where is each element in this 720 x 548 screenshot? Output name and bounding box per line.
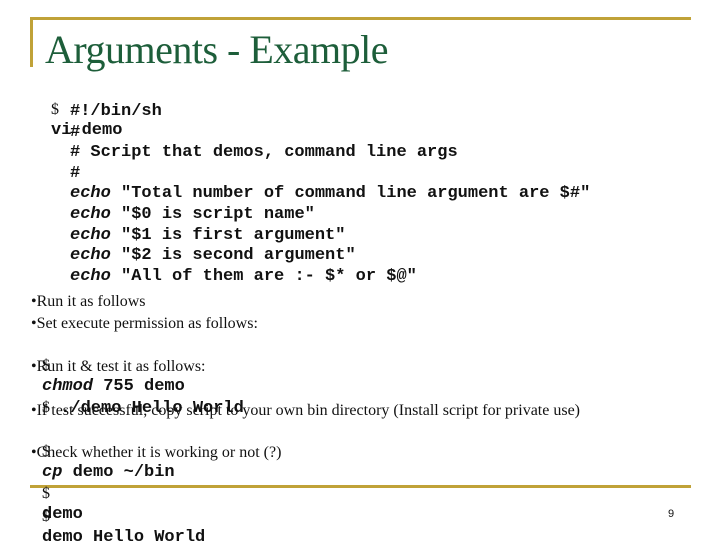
script-line-text: # [70,163,81,183]
step-install: •If test successful, copy script to your… [31,402,581,419]
script-line-text: "$1 is first argument" [110,225,346,245]
chmod-line: $ chmod 755 demo [34,336,185,396]
prompt: $ [42,508,50,525]
script-line: # [70,163,80,183]
script-line: echo "$2 is second argument" [70,245,356,265]
script-line-text: # [70,122,81,142]
vi-command: vi demo [51,121,123,140]
script-line: # Script that demos, command line args [70,142,458,162]
echo-keyword: echo [70,266,111,286]
script-line-text: "$2 is second argument" [110,246,356,266]
left-accent-rule [30,17,33,67]
echo-keyword: echo [70,205,111,224]
demo-hello-line: $ demo Hello World [34,487,205,547]
script-line: echo "$0 is script name" [70,204,315,224]
demo-hello-command: demo Hello World [42,528,206,547]
script-line: echo "Total number of command line argum… [70,183,590,203]
step-check: •Check whether it is working or not (?) [31,444,282,461]
step-test: •Run it & test it as follows: [31,358,206,375]
script-line: echo "All of them are :- $* or $@" [70,266,417,286]
echo-keyword: echo [70,246,111,266]
echo-keyword: echo [70,225,111,245]
step-run: •Run it as follows [31,293,146,310]
step-permission: •Set execute permission as follows: [31,315,258,332]
prompt: $ [51,101,59,118]
script-line: # [70,122,80,142]
script-line-text: # Script that demos, command line args [70,143,458,163]
script-line-text: "$0 is script name" [110,205,315,224]
slide-title: Arguments - Example [45,27,389,72]
cp-line: $ cp demo ~/bin [34,422,175,482]
script-line-text: #!/bin/sh [70,102,162,121]
script-line-text: "All of them are :- $* or $@" [110,266,417,286]
script-line-text: "Total number of command line argument a… [110,184,591,204]
demo-line: $ demo [34,464,83,524]
page-number: 9 [668,508,675,520]
script-line: echo "$1 is first argument" [70,225,345,245]
run-demo-line: $ ./demo Hello World [34,378,244,418]
vi-command-line: $ vi demo [43,80,122,140]
echo-keyword: echo [70,184,111,204]
script-line: #!/bin/sh [70,101,162,121]
top-accent-rule [30,17,691,20]
